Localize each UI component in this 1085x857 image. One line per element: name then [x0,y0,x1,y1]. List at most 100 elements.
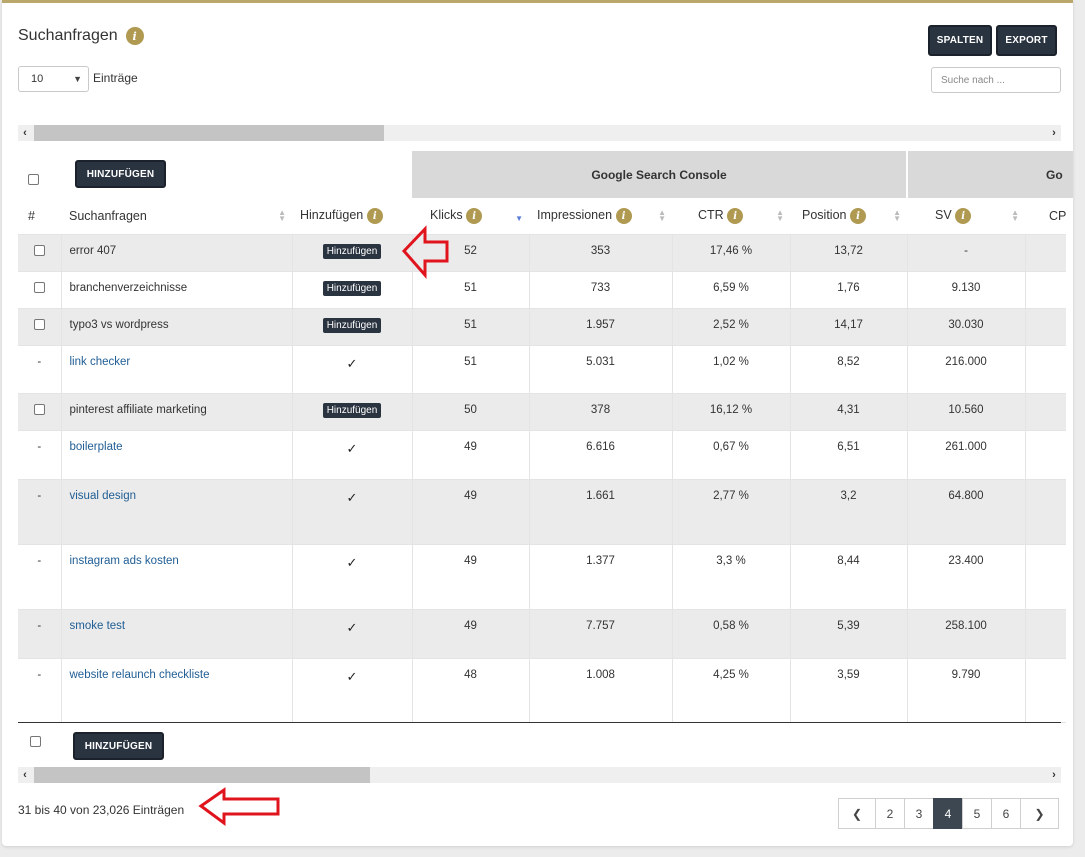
columns-button[interactable]: SPALTEN [928,25,992,56]
chevron-down-icon: ▼ [73,74,82,84]
col-add: Hinzufügen i [292,198,412,235]
position-cell: 14,17 [789,308,907,346]
impressions-cell: 733 [528,271,672,309]
row-checkbox[interactable] [33,318,45,330]
row-number: - [18,430,61,480]
scroll-left-icon[interactable]: ‹ [18,125,32,141]
query-cell: instagram ads kosten [60,544,292,610]
cp-cell [1024,234,1067,272]
scroll-right-icon[interactable]: › [1047,767,1061,783]
col-impressions[interactable]: Impressionen i ▲ ▼ [529,198,672,235]
impressions-cell: 378 [528,393,672,431]
add-cell: Hinzufügen [291,234,412,272]
row-checkbox[interactable] [33,281,45,293]
horizontal-scrollbar-bottom[interactable]: ‹ › [18,767,1061,783]
prev-page-icon[interactable]: ❮ [838,798,876,829]
table-row: - website relaunch checkliste ✓ 48 1.008 4,25… [18,658,1067,723]
add-badge-button[interactable]: Hinzufügen [322,243,382,259]
page-button[interactable]: 2 [875,798,905,829]
impressions-cell: 6.616 [528,430,672,480]
select-all-checkbox[interactable] [28,174,39,185]
add-cell: ✓ [291,609,412,659]
horizontal-scrollbar-top[interactable]: ‹ › [18,125,1061,141]
position-cell: 3,2 [789,479,907,545]
results-table: # Suchanfragen ▲ ▼ Hinzufügen i Klicks i ▼ … [18,198,1067,723]
query-link[interactable]: website relaunch checkliste [70,669,210,681]
row-checkbox[interactable] [33,244,45,256]
query-cell: link checker [60,345,292,394]
cp-cell [1024,544,1067,610]
sv-cell: 261.000 [906,430,1025,480]
info-icon[interactable]: i [727,208,744,224]
info-icon[interactable]: i [955,208,972,224]
sort-icon[interactable]: ▲ ▼ [893,209,901,223]
query-link[interactable]: instagram ads kosten [70,555,179,567]
col-sv[interactable]: SV i ▲ ▼ [907,198,1025,235]
table-row: typo3 vs wordpress Hinzufügen 51 1.957 2,52 … [18,308,1067,346]
check-icon: ✓ [346,355,358,371]
impressions-cell: 5.031 [528,345,672,394]
scroll-left-icon[interactable]: ‹ [18,767,32,783]
page-button[interactable]: 5 [962,798,992,829]
row-checkbox[interactable] [33,403,45,415]
col-ctr[interactable]: CTR i ▲ ▼ [672,198,790,235]
add-cell: ✓ [291,479,412,545]
page-button[interactable]: 6 [991,798,1021,829]
add-selected-button-top[interactable]: HINZUFÜGEN [75,160,166,188]
cp-cell [1024,479,1067,545]
query-link[interactable]: visual design [70,490,136,502]
sort-icon[interactable]: ▲ ▼ [658,209,666,223]
select-all-checkbox-bottom[interactable] [30,736,41,747]
cp-cell [1024,658,1067,723]
sort-icon[interactable]: ▲ ▼ [776,209,784,223]
info-icon[interactable]: i [849,208,866,224]
add-cell: Hinzufügen [291,393,412,431]
position-cell: 3,59 [789,658,907,723]
add-badge-button[interactable]: Hinzufügen [322,280,382,296]
clicks-cell: 49 [411,430,529,480]
ctr-cell: 4,25 % [671,658,790,723]
check-icon: ✓ [346,489,358,505]
query-link[interactable]: boilerplate [70,441,123,453]
pagination: ❮ 2 3 4 5 6 ❯ [838,798,1059,829]
sv-cell: 9.130 [906,271,1025,309]
add-badge-button[interactable]: Hinzufügen [322,317,382,333]
page-button[interactable]: 3 [904,798,934,829]
info-icon[interactable]: i [615,208,632,224]
page-size-select[interactable]: 10 ▼ [18,66,89,92]
table-row: pinterest affiliate marketing Hinzufügen 5… [18,393,1067,431]
query-text: pinterest affiliate marketing [69,403,207,416]
query-text: branchenverzeichnisse [69,281,188,294]
scroll-right-icon[interactable]: › [1047,125,1061,141]
col-position[interactable]: Position i ▲ ▼ [790,198,907,235]
col-query[interactable]: Suchanfragen ▲ ▼ [61,198,292,235]
info-icon[interactable]: i [125,27,144,45]
next-page-icon[interactable]: ❯ [1020,798,1059,829]
col-cp[interactable]: CP [1025,198,1067,235]
export-button[interactable]: EXPORT [996,25,1057,56]
row-number: - [18,609,61,659]
cp-cell [1024,393,1067,431]
scrollbar-thumb[interactable] [34,767,370,783]
add-cell: ✓ [291,430,412,480]
info-icon[interactable]: i [466,208,483,224]
add-selected-button-bottom[interactable]: HINZUFÜGEN [73,732,164,760]
query-text: error 407 [69,244,117,257]
add-badge-button[interactable]: Hinzufügen [322,402,382,418]
sort-icon[interactable]: ▲ ▼ [278,209,286,223]
info-icon[interactable]: i [366,208,383,224]
sort-desc-icon[interactable]: ▼ [515,215,523,223]
sort-icon[interactable]: ▲ ▼ [1011,209,1019,223]
page-button-current[interactable]: 4 [933,798,963,829]
query-link[interactable]: smoke test [70,620,126,632]
search-input[interactable]: Suche nach ... [931,67,1061,93]
entries-summary: 31 bis 40 von 23,026 Einträgen [18,803,185,817]
query-cell: website relaunch checkliste [60,658,292,723]
query-text: typo3 vs wordpress [69,318,169,331]
clicks-cell: 51 [411,308,529,346]
impressions-cell: 1.957 [528,308,672,346]
query-link[interactable]: link checker [70,356,131,368]
page-title-text: Suchanfragen [18,27,118,44]
scrollbar-thumb[interactable] [34,125,384,141]
row-number: - [18,345,61,394]
